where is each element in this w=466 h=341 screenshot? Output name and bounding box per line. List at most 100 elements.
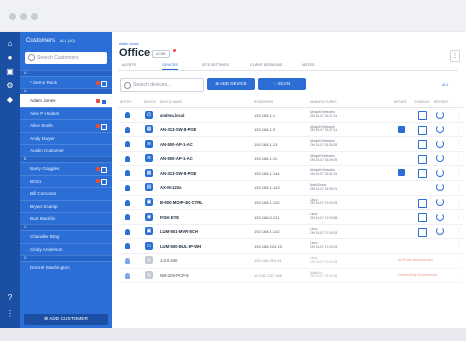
col-notify[interactable]: NOTIFY	[120, 100, 132, 104]
col-update[interactable]: UPDATE	[394, 100, 407, 104]
tab-devices[interactable]: DEVICES	[162, 62, 178, 70]
window-maximize-dot[interactable]	[31, 13, 38, 20]
table-row[interactable]: ◎ NM-200-PCP-8 10.132.137.188 WattBox ON 24-…	[118, 269, 463, 284]
customer-list-item[interactable]: Barry Goggles	[20, 162, 112, 174]
row-menu-icon[interactable]: ⋮	[456, 112, 461, 118]
table-row[interactable]: ▭ LUM-500-BUL-IP-WH 192.168.224.15 Linux ON …	[118, 239, 463, 254]
bell-icon[interactable]	[125, 257, 130, 264]
device-name[interactable]: AN-500-AP-1-AC	[160, 142, 193, 147]
row-menu-icon[interactable]: ⋮	[456, 141, 461, 147]
row-menu-icon[interactable]: ⋮	[456, 185, 461, 191]
table-row[interactable]: ⌬ andrea.local 192.168.1.1 Ubiquiti Network…	[118, 108, 463, 123]
device-name[interactable]: B-900-MOIP-4K-CTRL	[160, 200, 203, 205]
restart-icon[interactable]	[436, 110, 444, 119]
customer-list-item[interactable]: Adam Jones	[20, 94, 112, 107]
console-icon[interactable]	[418, 154, 427, 164]
table-row[interactable]: ▤ AX-M-120a 192.168.1.143 Asix/Sonos ON 24-0…	[118, 181, 463, 196]
site-tag[interactable]: ACME	[152, 50, 170, 58]
device-search-input[interactable]: Search devices...	[120, 78, 204, 92]
table-row[interactable]: ▦ AN-313-SW-8-POE 192.168.1.144 Ubiquiti Ne…	[118, 166, 463, 181]
row-menu-icon[interactable]: ⋮	[456, 214, 461, 220]
bell-icon[interactable]	[125, 141, 130, 148]
customer-list-item[interactable]: Denzel Washington	[20, 261, 112, 273]
row-menu-icon[interactable]: ⋮	[456, 127, 461, 133]
scan-button[interactable]: ◌ SCAN	[258, 78, 306, 90]
update-icon[interactable]	[398, 125, 405, 133]
devices-icon[interactable]: ▣	[6, 68, 14, 76]
customer-list-item[interactable]: Burt Macklin	[20, 211, 112, 224]
console-icon[interactable]	[418, 140, 427, 150]
row-menu-icon[interactable]: ⋮	[456, 258, 461, 264]
row-menu-icon[interactable]: ⋮	[456, 243, 461, 249]
restart-icon[interactable]	[436, 125, 444, 134]
restart-icon[interactable]	[436, 198, 444, 207]
add-customer-button[interactable]: ⊕ ADD CUSTOMER	[24, 314, 108, 325]
help-icon[interactable]: ?	[6, 294, 14, 302]
console-icon[interactable]	[418, 213, 427, 223]
table-row[interactable]: ≋ AN-500-AP-1-AC 192.168.1.13 Ubiquiti Netw…	[118, 137, 463, 152]
settings-icon[interactable]: ⚙	[6, 82, 14, 90]
restart-icon[interactable]	[436, 168, 444, 177]
console-icon[interactable]	[418, 227, 427, 237]
col-device-name[interactable]: DEVICE NAME	[160, 100, 182, 104]
customer-list-item[interactable]: BC51	[20, 174, 112, 187]
restart-icon[interactable]	[436, 139, 444, 148]
customer-search-input[interactable]: Search Customers	[25, 52, 107, 64]
col-ip-address[interactable]: IP ADDRESS	[254, 100, 273, 104]
bell-icon[interactable]	[125, 126, 130, 133]
table-row[interactable]: ◎ 1.0.0.040 192.168.254.61 Linux ON 24-07 17…	[118, 254, 463, 269]
bell-icon[interactable]	[125, 243, 130, 250]
col-device[interactable]: DEVICE	[144, 100, 156, 104]
device-name[interactable]: LUM-500-BUL-IP-WH	[160, 244, 201, 249]
row-menu-icon[interactable]: ⋮	[456, 200, 461, 206]
add-device-button[interactable]: ⊕ ADD DEVICE	[207, 78, 255, 90]
device-name[interactable]: AN-313-SW-8-POE	[160, 127, 196, 132]
device-name[interactable]: NM-200-PCP-8	[160, 273, 189, 278]
col-manufacturer[interactable]: MANUFACTURER	[310, 100, 337, 104]
tab-notes[interactable]: NOTES	[302, 62, 314, 69]
location-icon[interactable]: ◆	[6, 96, 14, 104]
tab-alerts[interactable]: ALERTS	[122, 62, 136, 69]
bell-icon[interactable]	[125, 272, 130, 279]
customer-list-item[interactable]: Austin Customer	[20, 143, 112, 156]
device-name[interactable]: LUM-501-MVR-8CH	[160, 229, 198, 234]
device-name[interactable]: AX-M-120a	[160, 185, 181, 190]
device-name[interactable]: andrea.local	[160, 113, 184, 118]
bell-icon[interactable]	[125, 155, 130, 162]
row-menu-icon[interactable]: ⋮	[456, 170, 461, 176]
bell-icon[interactable]	[125, 112, 130, 118]
device-name[interactable]: AN-313-SW-8-POE	[160, 171, 196, 176]
customer-list-item[interactable]: Cindy Anderson	[20, 242, 112, 255]
device-name[interactable]: AN-500-AP-1-AC	[160, 156, 193, 161]
tab-client-sessions[interactable]: CLIENT SESSIONS	[250, 62, 282, 69]
home-icon[interactable]: ⌂	[6, 40, 14, 48]
console-icon[interactable]	[418, 198, 427, 208]
customer-list-item[interactable]: * Demo Rack	[20, 76, 112, 88]
customer-list-item[interactable]: Andy Dwyer	[20, 131, 112, 144]
console-icon[interactable]	[418, 169, 427, 179]
table-row[interactable]: ◉ FISH EYE 192.168.0.211 Linux ON 24-07 17:0…	[118, 210, 463, 225]
bell-icon[interactable]	[125, 228, 130, 235]
more-options-button[interactable]: ⋮	[450, 50, 460, 62]
restart-icon[interactable]	[436, 227, 444, 236]
tab-site-settings[interactable]: SITE SETTINGS	[202, 62, 229, 69]
users-icon[interactable]: ●	[6, 54, 14, 62]
customer-list-item[interactable]: Alice Smith	[20, 119, 112, 131]
customer-list-item[interactable]: Bill Corcoran	[20, 187, 112, 199]
device-filter-select[interactable]: ALL	[442, 82, 449, 88]
bell-icon[interactable]	[125, 199, 130, 206]
update-icon[interactable]	[398, 169, 405, 177]
customer-list-item[interactable]: Alex P Hodem	[20, 106, 112, 119]
row-menu-icon[interactable]: ⋮	[456, 273, 461, 279]
row-menu-icon[interactable]: ⋮	[456, 229, 461, 235]
device-name[interactable]: FISH EYE	[160, 215, 179, 220]
table-row[interactable]: ▣ B-900-MOIP-4K-CTRL 192.168.1.132 Linux ON …	[118, 196, 463, 211]
col-restart[interactable]: RESTART	[434, 100, 449, 104]
customers-filter[interactable]: ALL (40)	[60, 38, 75, 43]
console-icon[interactable]	[418, 111, 427, 120]
window-minimize-dot[interactable]	[20, 13, 27, 20]
window-close-dot[interactable]	[9, 13, 16, 20]
row-menu-icon[interactable]: ⋮	[456, 156, 461, 162]
bell-icon[interactable]	[125, 170, 130, 177]
table-row[interactable]: ≋ AN-500-AP-1-AC 192.168.1.11 Ubiquiti Netw…	[118, 152, 463, 167]
